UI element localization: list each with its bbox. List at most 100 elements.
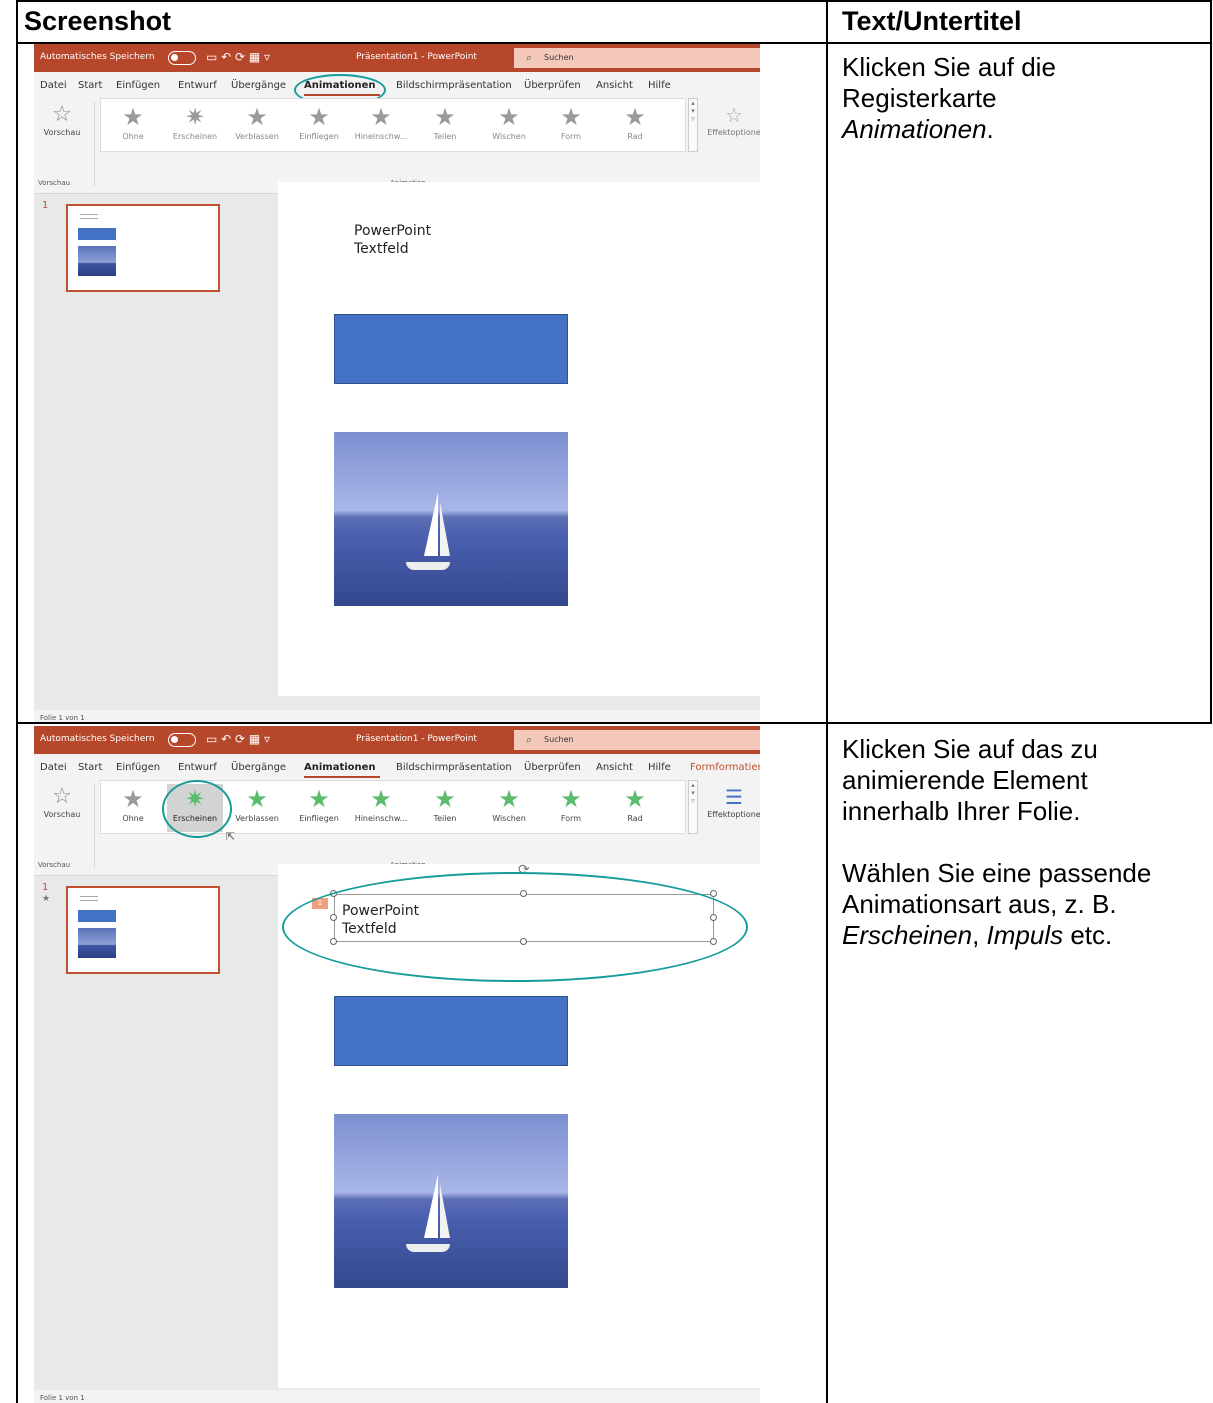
star-icon: ★ xyxy=(624,103,646,131)
note-p2-b: , xyxy=(972,920,987,950)
anim-hineinschweben[interactable]: ★ Hineinschw... xyxy=(353,784,409,832)
anim-hineinschweben[interactable]: ★ Hineinschw... xyxy=(353,102,409,150)
slide-rectangle[interactable] xyxy=(334,314,568,384)
slide-thumbnail[interactable] xyxy=(66,204,220,292)
effect-label: Effektoptione xyxy=(707,810,760,819)
tab-datei[interactable]: Datei xyxy=(40,762,67,773)
anim-label: Hineinschw... xyxy=(354,132,408,141)
star-icon: ★ xyxy=(308,785,330,813)
tab-uebergaenge[interactable]: Übergänge xyxy=(231,762,286,773)
anim-erscheinen[interactable]: ✷ Erscheinen xyxy=(167,102,223,150)
anim-wischen[interactable]: ★ Wischen xyxy=(481,102,537,150)
anim-teilen[interactable]: ★ Teilen xyxy=(417,784,473,832)
star-icon: ★ xyxy=(560,785,582,813)
preview-star-icon: ☆ xyxy=(52,102,72,127)
anim-ohne[interactable]: ★ Ohne xyxy=(105,102,161,150)
autosave-toggle[interactable] xyxy=(168,733,196,747)
tab-ansicht[interactable]: Ansicht xyxy=(596,80,633,91)
anim-verblassen[interactable]: ★ Verblassen xyxy=(229,784,285,832)
tab-bildschirm[interactable]: Bildschirmpräsentation xyxy=(396,762,512,773)
star-icon: ★ xyxy=(246,785,268,813)
qat-icons[interactable]: ▭ ↶ ⟳ ▦ ▿ xyxy=(206,50,270,64)
tab-animationen[interactable]: Animationen xyxy=(304,762,376,773)
thumb-text xyxy=(80,214,98,219)
window-title: Präsentation1 - PowerPoint xyxy=(356,52,477,62)
anim-teilen[interactable]: ★ Teilen xyxy=(417,102,473,150)
search-box[interactable]: ⌕ Suchen xyxy=(514,48,760,68)
textbox-line2: Textfeld xyxy=(354,241,409,257)
slide-textbox[interactable]: PowerPoint Textfeld xyxy=(354,222,431,258)
anim-einfliegen[interactable]: ★ Einfliegen xyxy=(291,102,347,150)
title-bar: Automatisches Speichern ▭ ↶ ⟳ ▦ ▿ Präsen… xyxy=(34,726,760,754)
table-col-divider xyxy=(826,0,828,1403)
star-icon: ★ xyxy=(308,103,330,131)
tab-einfuegen[interactable]: Einfügen xyxy=(116,80,160,91)
anim-einfliegen[interactable]: ★ Einfliegen xyxy=(291,784,347,832)
anim-rad[interactable]: ★ Rad xyxy=(607,784,663,832)
anim-label: Erscheinen xyxy=(172,132,218,141)
anim-label: Verblassen xyxy=(235,814,279,823)
note-p2-a: Wählen Sie eine passende Animationsart a… xyxy=(842,858,1152,919)
slide-photo-sailboat[interactable] xyxy=(334,432,568,606)
anim-rad[interactable]: ★ Rad xyxy=(607,102,663,150)
slide-rectangle[interactable] xyxy=(334,996,568,1066)
slide-photo-sailboat[interactable] xyxy=(334,1114,568,1288)
anim-label: Teilen xyxy=(433,132,457,141)
anim-label: Wischen xyxy=(492,132,526,141)
burst-icon: ✷ xyxy=(184,103,206,131)
tab-ueberpruefen[interactable]: Überprüfen xyxy=(524,80,581,91)
tab-start[interactable]: Start xyxy=(78,762,102,773)
tab-uebergaenge[interactable]: Übergänge xyxy=(231,80,286,91)
preview-button[interactable]: ☆ Vorschau xyxy=(42,784,82,819)
tab-ansicht[interactable]: Ansicht xyxy=(596,762,633,773)
autosave-toggle[interactable] xyxy=(168,51,196,65)
thumb-text xyxy=(80,896,98,901)
resize-handle[interactable] xyxy=(710,890,717,897)
screenshot-1: Automatisches Speichern ▭ ↶ ⟳ ▦ ▿ Präsen… xyxy=(34,44,760,722)
anim-form[interactable]: ★ Form xyxy=(543,784,599,832)
note-p2-i1: Erscheinen xyxy=(842,920,973,950)
search-box[interactable]: ⌕ Suchen xyxy=(514,730,760,750)
tab-entwurf[interactable]: Entwurf xyxy=(178,762,217,773)
sail-shape xyxy=(424,1174,438,1238)
status-text: Folie 1 von 1 xyxy=(40,714,85,722)
autosave-label: Automatisches Speichern xyxy=(40,52,155,62)
tab-hilfe[interactable]: Hilfe xyxy=(648,80,671,91)
note-row1: Klicken Sie auf die Registerkarte Animat… xyxy=(842,52,1202,145)
slide-thumbnail[interactable] xyxy=(66,886,220,974)
preview-label: Vorschau xyxy=(43,810,81,819)
qat-icons[interactable]: ▭ ↶ ⟳ ▦ ▿ xyxy=(206,732,270,746)
star-icon: ★ xyxy=(434,103,456,131)
note-p1: Klicken Sie auf das zu animierende Eleme… xyxy=(842,734,1098,826)
anim-label: Einfliegen xyxy=(299,132,339,141)
star-icon: ★ xyxy=(434,785,456,813)
tab-bildschirm[interactable]: Bildschirmpräsentation xyxy=(396,80,512,91)
gallery-scroll[interactable]: ▴ ▾ ▿ xyxy=(688,780,698,834)
note-line2: Registerkarte xyxy=(842,83,997,113)
tab-ueberpruefen[interactable]: Überprüfen xyxy=(524,762,581,773)
anim-label: Verblassen xyxy=(235,132,279,141)
tab-start[interactable]: Start xyxy=(78,80,102,91)
tab-entwurf[interactable]: Entwurf xyxy=(178,80,217,91)
tab-formformat[interactable]: Formformatier xyxy=(690,762,760,773)
tab-datei[interactable]: Datei xyxy=(40,80,67,91)
preview-button[interactable]: ☆ Vorschau xyxy=(42,102,82,137)
preview-label: Vorschau xyxy=(43,128,81,137)
anim-wischen[interactable]: ★ Wischen xyxy=(481,784,537,832)
slide-number: 1 xyxy=(42,200,49,211)
tab-hilfe[interactable]: Hilfe xyxy=(648,762,671,773)
effect-options-button[interactable]: ☆ Effektoptione xyxy=(706,102,760,137)
anim-ohne[interactable]: ★ Ohne xyxy=(105,784,161,832)
note-p2: Wählen Sie eine passende Animationsart a… xyxy=(842,858,1202,951)
anim-label: Form xyxy=(560,132,582,141)
thumb-rect xyxy=(78,228,116,240)
anim-form[interactable]: ★ Form xyxy=(543,102,599,150)
anim-verblassen[interactable]: ★ Verblassen xyxy=(229,102,285,150)
tab-einfuegen[interactable]: Einfügen xyxy=(116,762,160,773)
sail-shape xyxy=(424,492,438,556)
thumb-rect xyxy=(78,910,116,922)
gallery-scroll[interactable]: ▴ ▾ ▿ xyxy=(688,98,698,152)
effect-options-button[interactable]: ☰ Effektoptione xyxy=(706,784,760,819)
anim-label: Hineinschw... xyxy=(354,814,408,823)
search-placeholder: Suchen xyxy=(544,735,574,744)
